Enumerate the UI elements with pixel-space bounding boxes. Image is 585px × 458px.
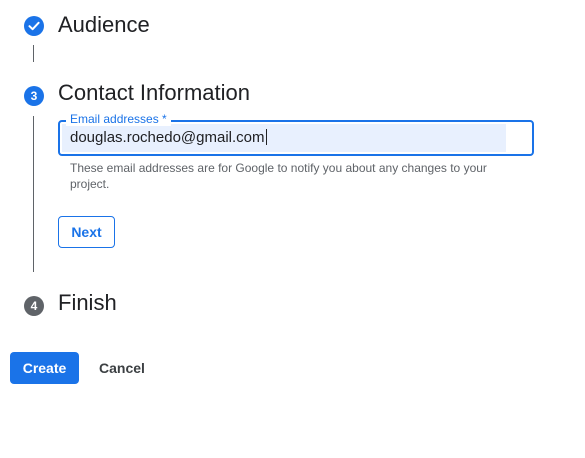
email-helper-text: These email addresses are for Google to …: [70, 161, 487, 191]
step-connector-line: [33, 116, 34, 272]
email-field-label: Email addresses *: [66, 112, 171, 126]
email-input-text: douglas.rochedo@gmail.com: [70, 129, 265, 146]
next-button[interactable]: Next: [58, 216, 115, 248]
cancel-button[interactable]: Cancel: [90, 352, 154, 384]
email-input-value[interactable]: douglas.rochedo@gmail.com: [70, 129, 267, 147]
step-connector-line: [33, 45, 34, 62]
step-title-audience[interactable]: Audience: [58, 12, 150, 38]
step-number-badge: 3: [24, 86, 44, 106]
create-button[interactable]: Create: [10, 352, 79, 384]
step-number-badge: 4: [24, 296, 44, 316]
step-completed-check-icon: [24, 16, 44, 36]
step-title-contact-information[interactable]: Contact Information: [58, 80, 250, 106]
step-title-finish[interactable]: Finish: [58, 290, 117, 316]
check-icon: [28, 21, 40, 31]
text-cursor: [265, 129, 267, 145]
